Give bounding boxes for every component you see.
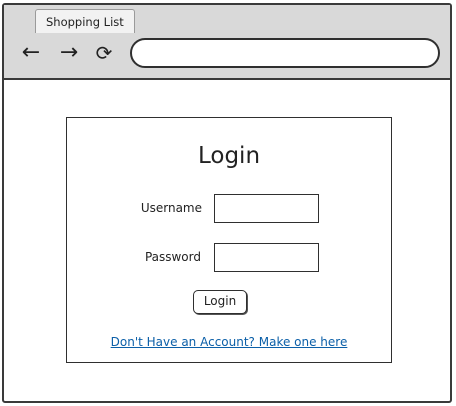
- username-field[interactable]: [214, 194, 319, 223]
- browser-window: Shopping List ← → ⟳ Login Username Passw…: [2, 3, 452, 403]
- password-field[interactable]: [214, 243, 319, 272]
- browser-tab[interactable]: Shopping List: [35, 9, 135, 33]
- signup-link[interactable]: Don't Have an Account? Make one here: [67, 335, 391, 349]
- browser-chrome: Shopping List ← → ⟳: [4, 5, 450, 80]
- reload-icon[interactable]: ⟳: [93, 40, 115, 66]
- login-title: Login: [197, 143, 261, 169]
- address-bar[interactable]: [130, 38, 440, 68]
- login-button[interactable]: Login: [193, 290, 247, 314]
- login-panel: Login Username Password Login Don't Have…: [66, 117, 392, 363]
- username-label: Username: [140, 201, 202, 215]
- password-label: Password: [144, 250, 201, 264]
- forward-arrow-icon[interactable]: →: [58, 40, 80, 66]
- back-arrow-icon[interactable]: ←: [20, 40, 42, 66]
